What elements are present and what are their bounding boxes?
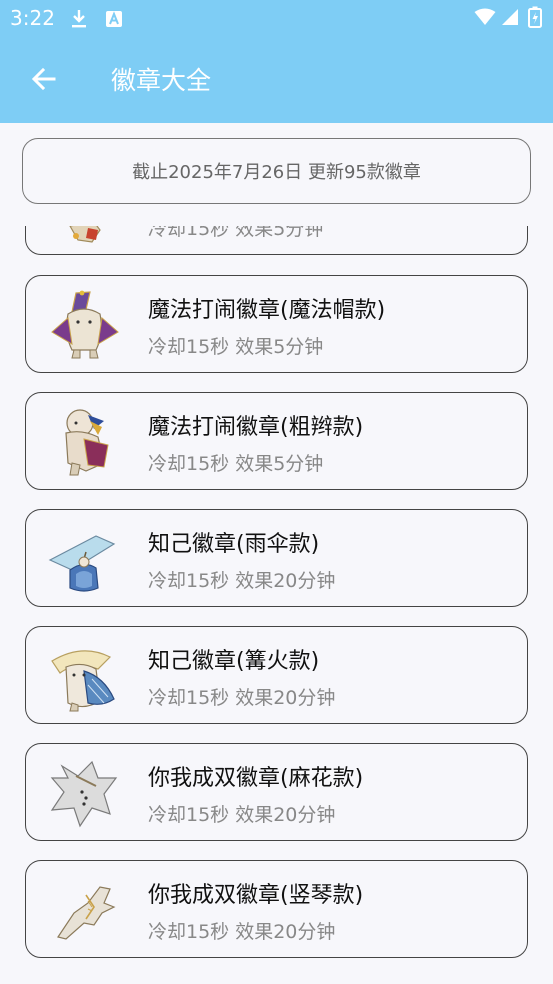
- signal-icon: [502, 9, 518, 25]
- badge-desc: 冷却15秒 效果5分钟: [148, 226, 324, 240]
- app-bar: 徽章大全: [0, 37, 553, 123]
- a-icon: [106, 11, 122, 27]
- badge-card[interactable]: 知己徽章(雨伞款) 冷却15秒 效果20分钟: [25, 509, 528, 607]
- badge-title: 你我成双徽章(竖琴款): [148, 883, 364, 908]
- status-bar: 3:22: [0, 0, 553, 37]
- status-time: 3:22: [10, 6, 55, 30]
- badge-image: [65, 409, 109, 476]
- page-title: 徽章大全: [111, 66, 212, 95]
- badge-desc: 冷却15秒 效果20分钟: [148, 921, 336, 943]
- update-notice: 截止2025年7月26日 更新95款徽章: [22, 138, 531, 204]
- badge-list[interactable]: 冷却15秒 效果5分钟 魔法打闹徽章(魔法帽款) 冷却15秒 效果5分钟 魔法打…: [0, 226, 553, 984]
- badge-card[interactable]: 冷却15秒 效果5分钟: [25, 226, 528, 255]
- badge-desc: 冷却15秒 效果5分钟: [148, 453, 324, 475]
- arrow-left-icon: [31, 67, 56, 91]
- badge-title: 魔法打闹徽章(粗辫款): [148, 415, 364, 440]
- badge-image: [51, 650, 115, 712]
- badge-image: [57, 886, 116, 940]
- badge-title: 知己徽章(篝火款): [148, 649, 320, 674]
- badge-desc: 冷却15秒 效果20分钟: [148, 570, 336, 592]
- badge-title: 知己徽章(雨伞款): [148, 532, 320, 557]
- badge-image: [48, 535, 116, 592]
- wifi-icon: [474, 8, 496, 25]
- badge-image: [51, 290, 119, 359]
- badge-desc: 冷却15秒 效果5分钟: [148, 336, 324, 358]
- badge-image: [69, 226, 101, 243]
- download-icon: [72, 10, 86, 28]
- badge-desc: 冷却15秒 效果20分钟: [148, 804, 336, 826]
- badge-card[interactable]: 魔法打闹徽章(魔法帽款) 冷却15秒 效果5分钟: [25, 275, 528, 373]
- badge-card[interactable]: 知己徽章(篝火款) 冷却15秒 效果20分钟: [25, 626, 528, 724]
- battery-icon: [528, 6, 542, 28]
- badge-image: [50, 760, 118, 828]
- back-button[interactable]: [24, 59, 64, 99]
- badge-card[interactable]: 你我成双徽章(麻花款) 冷却15秒 效果20分钟: [25, 743, 528, 841]
- badge-title: 你我成双徽章(麻花款): [148, 766, 364, 791]
- badge-card[interactable]: 魔法打闹徽章(粗辫款) 冷却15秒 效果5分钟: [25, 392, 528, 490]
- badge-title: 魔法打闹徽章(魔法帽款): [148, 298, 386, 323]
- badge-desc: 冷却15秒 效果20分钟: [148, 687, 336, 709]
- badge-card[interactable]: 你我成双徽章(竖琴款) 冷却15秒 效果20分钟: [25, 860, 528, 958]
